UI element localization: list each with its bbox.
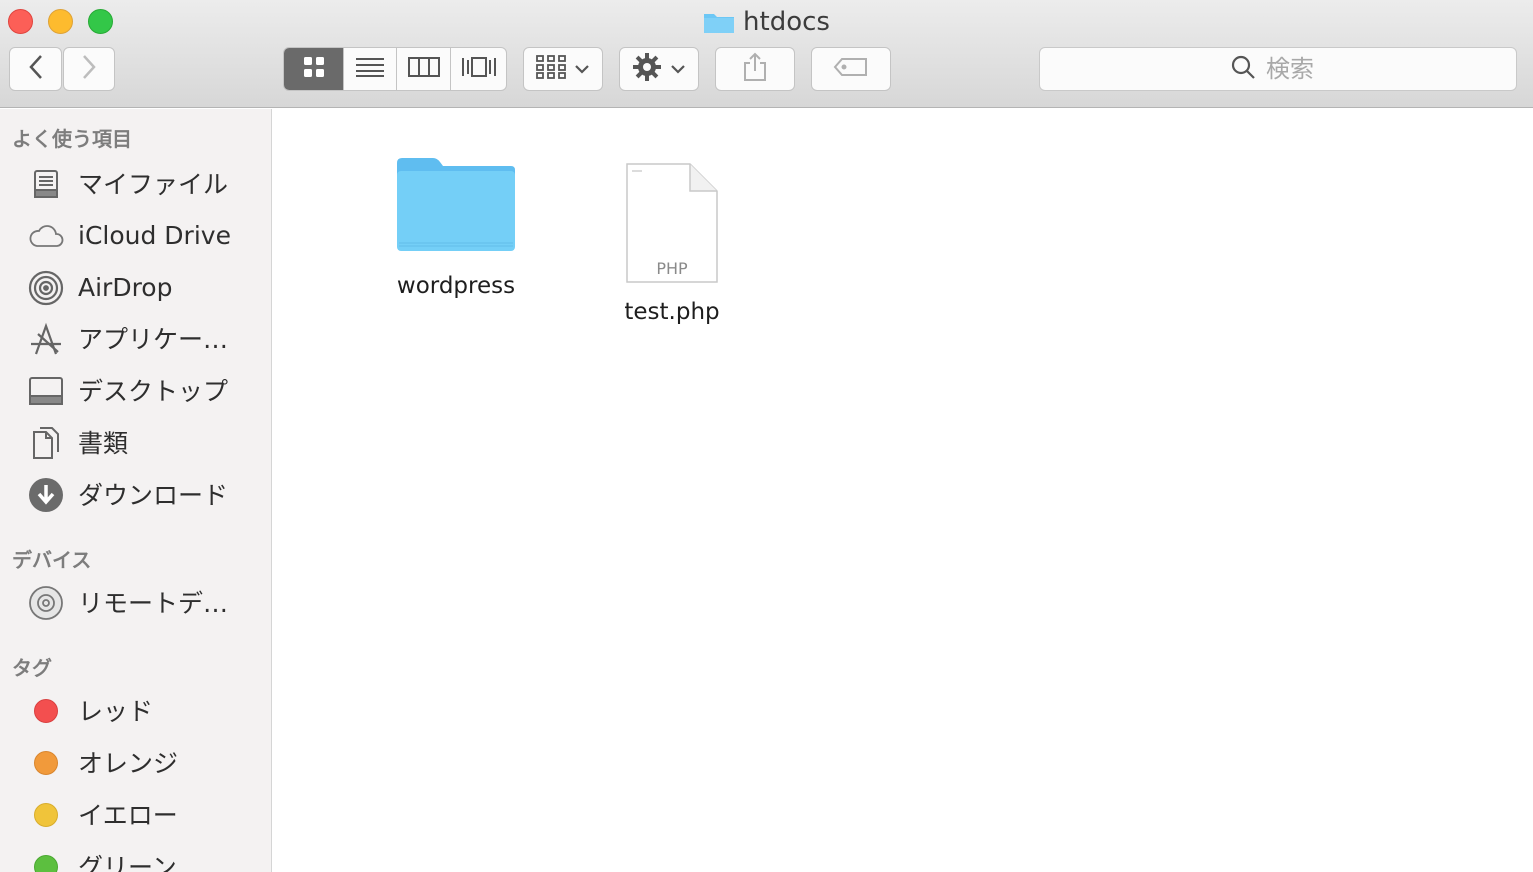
applications-icon — [28, 321, 64, 357]
remote-disc-icon — [28, 585, 64, 621]
search-icon — [1230, 54, 1256, 84]
sidebar-item-label: レッド — [78, 697, 154, 726]
cover-flow-icon — [461, 57, 497, 81]
tag-button[interactable] — [811, 47, 891, 91]
forward-button[interactable] — [63, 47, 115, 91]
sidebar-item-label: イエロー — [78, 801, 178, 830]
sidebar-tag-red[interactable]: レッド — [0, 687, 271, 733]
file-item-wordpress[interactable]: wordpress — [386, 155, 526, 299]
tag-color-icon — [28, 693, 64, 729]
back-button[interactable] — [9, 47, 62, 91]
sidebar-item-label: 書類 — [78, 429, 129, 458]
sidebar-item-remote-disc[interactable]: リモートデ… — [0, 579, 271, 625]
search-field[interactable] — [1039, 47, 1517, 91]
sidebar-item-desktop[interactable]: デスクトップ — [0, 367, 271, 413]
sidebar-item-label: AirDrop — [78, 272, 173, 302]
php-file-icon: PHP — [624, 161, 720, 285]
cover-flow-view-button[interactable] — [451, 48, 506, 90]
icon-view-button[interactable] — [284, 48, 344, 90]
green-dot-icon — [34, 855, 58, 872]
view-mode-selector — [283, 47, 507, 91]
sidebar-item-label: iCloud Drive — [78, 220, 231, 250]
sidebar-tag-orange[interactable]: オレンジ — [0, 739, 271, 785]
chevron-down-icon — [670, 60, 686, 79]
downloads-icon — [28, 477, 64, 513]
toolbar: htdocs — [0, 0, 1533, 108]
icon-grid-icon — [303, 56, 325, 82]
file-name: wordpress — [396, 273, 516, 299]
sidebar-item-label: マイファイル — [78, 170, 229, 199]
column-view-button[interactable] — [397, 48, 451, 90]
favorites-section-title: よく使う項目 — [12, 127, 132, 151]
share-icon — [742, 52, 768, 86]
list-icon — [356, 57, 384, 81]
search-input[interactable] — [1266, 55, 1326, 83]
list-view-button[interactable] — [344, 48, 397, 90]
sidebar-item-label: オレンジ — [78, 749, 179, 778]
yellow-dot-icon — [34, 803, 58, 827]
cloud-icon — [28, 218, 64, 254]
orange-dot-icon — [34, 751, 58, 775]
sidebar-item-label: リモートデ… — [78, 589, 229, 618]
sidebar-item-applications[interactable]: アプリケー… — [0, 315, 271, 361]
sidebar-item-label: アプリケー… — [78, 325, 229, 354]
folder-icon — [703, 10, 735, 34]
tags-section-title: タグ — [12, 656, 52, 680]
desktop-icon — [28, 373, 64, 409]
window-title-text: htdocs — [743, 7, 830, 37]
chevron-right-icon — [80, 54, 98, 84]
arrange-grid-icon — [536, 55, 566, 83]
sidebar-item-airdrop[interactable]: AirDrop — [0, 264, 271, 310]
file-type-badge: PHP — [656, 259, 688, 278]
chevron-left-icon — [27, 54, 45, 84]
finder-window: htdocs 検索 よく使う項目 マイファイル iCloud Drive Air… — [0, 0, 1533, 872]
tag-icon — [833, 57, 869, 81]
file-name: test.php — [624, 299, 720, 325]
sidebar-item-documents[interactable]: 書類 — [0, 419, 271, 465]
file-item-test-php[interactable]: PHP test.php — [602, 161, 742, 325]
share-button[interactable] — [715, 47, 795, 91]
tag-color-icon — [28, 797, 64, 833]
sidebar-item-downloads[interactable]: ダウンロード — [0, 471, 271, 517]
folder-icon — [395, 155, 517, 259]
gear-icon — [632, 52, 662, 86]
airdrop-icon — [28, 270, 64, 306]
tag-color-icon — [28, 745, 64, 781]
action-menu-button[interactable] — [619, 47, 699, 91]
devices-section-title: デバイス — [12, 548, 92, 572]
sidebar-item-icloud-drive[interactable]: iCloud Drive — [0, 212, 271, 258]
sidebar-item-all-my-files[interactable]: マイファイル — [0, 160, 271, 206]
tag-color-icon — [28, 849, 64, 872]
chevron-down-icon — [574, 60, 590, 79]
columns-icon — [407, 57, 440, 81]
sidebar-tag-yellow[interactable]: イエロー — [0, 791, 271, 837]
sidebar: よく使う項目 マイファイル iCloud Drive AirDrop アプリケー… — [0, 109, 272, 872]
sidebar-item-label: ダウンロード — [78, 481, 229, 510]
window-title: htdocs — [0, 4, 1533, 40]
all-my-files-icon — [28, 166, 64, 202]
sidebar-item-label: デスクトップ — [78, 377, 229, 406]
red-dot-icon — [34, 699, 58, 723]
sidebar-item-label: グリーン — [78, 853, 177, 872]
file-browser: wordpress PHP test.php — [273, 109, 1533, 872]
sidebar-tag-green[interactable]: グリーン — [0, 843, 271, 872]
arrange-button[interactable] — [523, 47, 603, 91]
documents-icon — [28, 425, 64, 461]
